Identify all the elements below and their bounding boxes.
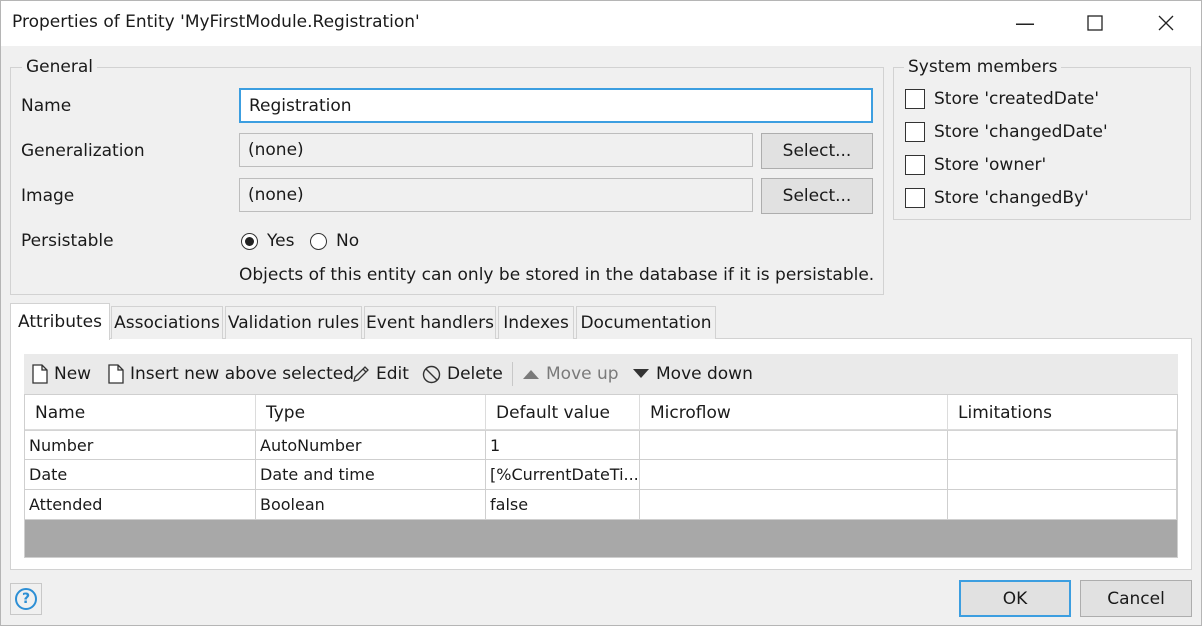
new-button-label: New <box>54 364 92 384</box>
persistable-no-label: No <box>336 231 360 251</box>
generalization-select-button[interactable]: Select... <box>761 133 873 169</box>
generalization-value: (none) <box>248 140 304 160</box>
question-mark-icon: ? <box>15 588 37 610</box>
insert-document-icon <box>108 364 124 384</box>
cell-default-value: 1 <box>486 430 640 460</box>
cell-limitations <box>948 490 1177 520</box>
maximize-icon[interactable] <box>1060 0 1130 46</box>
cell-microflow <box>640 490 948 520</box>
name-input[interactable]: Registration <box>239 88 873 123</box>
new-document-icon <box>32 364 48 384</box>
store-changeddate-label: Store 'changedDate' <box>934 122 1108 142</box>
triangle-down-icon <box>633 369 649 378</box>
checkbox-icon <box>905 89 925 109</box>
tab-indexes[interactable]: Indexes <box>498 306 574 339</box>
move-up-button[interactable]: Move up <box>522 362 619 386</box>
cell-type: AutoNumber <box>256 430 486 460</box>
column-header-microflow[interactable]: Microflow <box>640 395 948 430</box>
table-row[interactable]: Number AutoNumber 1 <box>25 430 1177 460</box>
toolbar-separator <box>512 362 513 386</box>
cell-type: Date and time <box>256 460 486 490</box>
name-input-value: Registration <box>249 95 352 116</box>
attributes-toolbar: New Insert new above selected Edit Delet… <box>24 354 1178 394</box>
persistable-no-radio[interactable]: No <box>310 231 359 251</box>
store-createddate-label: Store 'createdDate' <box>934 89 1100 109</box>
image-value: (none) <box>248 185 304 205</box>
edit-button-label: Edit <box>376 364 409 384</box>
cell-type: Boolean <box>256 490 486 520</box>
general-legend: General <box>22 57 97 77</box>
grid-header: Name Type Default value Microflow Limita… <box>25 395 1177 430</box>
checkbox-icon <box>905 155 925 175</box>
tab-event-handlers[interactable]: Event handlers <box>364 306 496 339</box>
help-button[interactable]: ? <box>10 583 42 615</box>
minimize-icon[interactable]: — <box>990 0 1060 46</box>
tab-validation-rules[interactable]: Validation rules <box>225 306 362 339</box>
attributes-grid[interactable]: Name Type Default value Microflow Limita… <box>24 394 1178 558</box>
column-header-type[interactable]: Type <box>256 395 486 430</box>
store-owner-label: Store 'owner' <box>934 155 1047 175</box>
cell-default-value: [%CurrentDateTi... <box>486 460 640 490</box>
table-row[interactable]: Attended Boolean false <box>25 490 1177 520</box>
cell-name: Attended <box>25 490 256 520</box>
image-label: Image <box>21 186 75 206</box>
table-row[interactable]: Date Date and time [%CurrentDateTi... <box>25 460 1177 490</box>
cell-limitations <box>948 460 1177 490</box>
prohibited-icon <box>422 365 441 383</box>
insert-above-button-label: Insert new above selected <box>130 364 354 384</box>
insert-above-button[interactable]: Insert new above selected <box>108 362 354 386</box>
close-icon[interactable] <box>1131 0 1201 46</box>
system-members-legend: System members <box>904 57 1062 77</box>
cell-limitations <box>948 430 1177 460</box>
edit-button[interactable]: Edit <box>352 362 409 386</box>
column-header-default-value[interactable]: Default value <box>486 395 640 430</box>
radio-selected-icon <box>241 232 258 250</box>
persistable-label: Persistable <box>21 231 114 251</box>
name-label: Name <box>21 96 72 116</box>
tab-attributes[interactable]: Attributes <box>10 303 110 340</box>
column-header-limitations[interactable]: Limitations <box>948 395 1177 430</box>
persistable-yes-label: Yes <box>267 231 295 251</box>
image-select-button[interactable]: Select... <box>761 178 873 214</box>
store-changedby-checkbox[interactable]: Store 'changedBy' <box>905 188 1089 208</box>
generalization-label: Generalization <box>21 141 145 161</box>
cell-name: Number <box>25 430 256 460</box>
store-changedby-label: Store 'changedBy' <box>934 188 1089 208</box>
store-createddate-checkbox[interactable]: Store 'createdDate' <box>905 89 1099 109</box>
new-button[interactable]: New <box>32 362 91 386</box>
cell-default-value: false <box>486 490 640 520</box>
ok-button[interactable]: OK <box>959 580 1071 617</box>
cell-microflow <box>640 460 948 490</box>
checkbox-icon <box>905 188 925 208</box>
move-up-button-label: Move up <box>546 364 619 384</box>
store-changeddate-checkbox[interactable]: Store 'changedDate' <box>905 122 1108 142</box>
persistable-yes-radio[interactable]: Yes <box>241 231 294 251</box>
window-title: Properties of Entity 'MyFirstModule.Regi… <box>12 12 420 32</box>
persistable-note: Objects of this entity can only be store… <box>239 265 875 285</box>
delete-button-label: Delete <box>447 364 503 384</box>
triangle-up-icon <box>523 370 539 379</box>
tab-associations[interactable]: Associations <box>111 306 223 339</box>
radio-unselected-icon <box>310 232 327 250</box>
pencil-icon <box>353 366 369 382</box>
cell-name: Date <box>25 460 256 490</box>
store-owner-checkbox[interactable]: Store 'owner' <box>905 155 1046 175</box>
image-field: (none) <box>239 178 753 212</box>
move-down-button-label: Move down <box>656 364 753 384</box>
tab-documentation[interactable]: Documentation <box>576 306 716 339</box>
column-header-name[interactable]: Name <box>25 395 256 430</box>
cell-microflow <box>640 430 948 460</box>
checkbox-icon <box>905 122 925 142</box>
generalization-field: (none) <box>239 133 753 167</box>
move-down-button[interactable]: Move down <box>632 362 753 386</box>
delete-button[interactable]: Delete <box>422 362 503 386</box>
cancel-button[interactable]: Cancel <box>1080 580 1192 617</box>
